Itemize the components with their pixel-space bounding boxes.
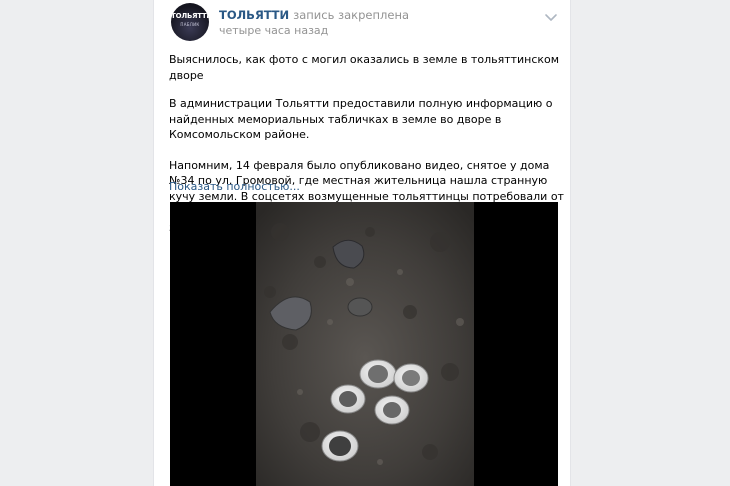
chevron-down-icon: [545, 14, 557, 21]
post-video[interactable]: [170, 202, 558, 486]
post-menu-button[interactable]: [544, 9, 558, 23]
post-headline: Выяснилось, как фото с могил оказались в…: [169, 53, 560, 82]
avatar-subtitle: ПАБЛИК: [180, 22, 200, 27]
video-frame: [170, 202, 558, 486]
show-more-link[interactable]: Показать полностью...: [169, 180, 300, 193]
pinned-label: запись закреплена: [293, 8, 410, 22]
post-card: ТОЛЬЯТТИ ПАБЛИК ТОЛЬЯТТИ запись закреплен…: [153, 0, 571, 486]
avatar[interactable]: ТОЛЬЯТТИ ПАБЛИК: [171, 3, 209, 41]
post-time[interactable]: четыре часа назад: [219, 24, 328, 37]
post-header: ТОЛЬЯТТИ запись закреплена: [219, 8, 409, 22]
post-paragraph-1: В администрации Тольятти предоставили по…: [169, 97, 553, 141]
author-link[interactable]: ТОЛЬЯТТИ: [219, 8, 289, 22]
avatar-title: ТОЛЬЯТТИ: [171, 12, 209, 20]
